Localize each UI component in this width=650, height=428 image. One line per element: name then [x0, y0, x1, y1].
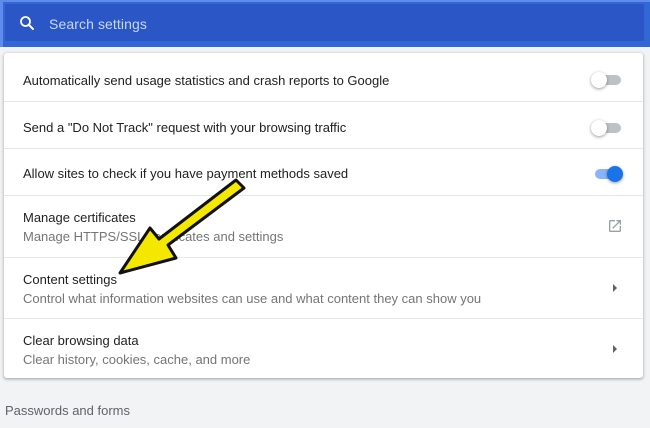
do-not-track-toggle[interactable] — [591, 120, 621, 136]
chevron-right-icon[interactable] — [611, 283, 619, 293]
row-title: Clear browsing data — [23, 333, 139, 348]
row-do-not-track[interactable]: Send a "Do Not Track" request with your … — [4, 101, 643, 148]
row-title: Manage certificates — [23, 210, 136, 225]
usage-statistics-toggle[interactable] — [591, 72, 621, 88]
row-usage-statistics[interactable]: Automatically send usage statistics and … — [4, 53, 643, 101]
external-link-icon[interactable] — [607, 218, 623, 234]
row-subtitle: Clear history, cookies, cache, and more — [23, 352, 251, 367]
row-subtitle: Control what information websites can us… — [23, 291, 482, 306]
row-title: Automatically send usage statistics and … — [23, 73, 390, 88]
search-icon[interactable] — [18, 14, 36, 32]
row-payment-methods[interactable]: Allow sites to check if you have payment… — [4, 148, 643, 195]
row-title: Allow sites to check if you have payment… — [23, 166, 349, 181]
chevron-right-icon[interactable] — [611, 344, 619, 354]
payment-methods-toggle[interactable] — [593, 166, 623, 182]
section-heading-passwords: Passwords and forms — [5, 403, 130, 418]
row-subtitle: Manage HTTPS/SSL certificates and settin… — [23, 229, 284, 244]
row-manage-certificates[interactable]: Manage certificates Manage HTTPS/SSL cer… — [4, 195, 643, 257]
row-title: Send a "Do Not Track" request with your … — [23, 120, 347, 135]
search-input-placeholder[interactable]: Search settings — [49, 16, 147, 32]
row-content-settings[interactable]: Content settings Control what informatio… — [4, 257, 643, 318]
row-clear-browsing-data[interactable]: Clear browsing data Clear history, cooki… — [4, 318, 643, 378]
privacy-settings-card: Automatically send usage statistics and … — [4, 53, 643, 378]
search-bar: Search settings — [0, 0, 650, 47]
row-title: Content settings — [23, 272, 117, 287]
search-field[interactable]: Search settings — [5, 4, 644, 41]
settings-page: Search settings Automatically send usage… — [0, 0, 650, 428]
